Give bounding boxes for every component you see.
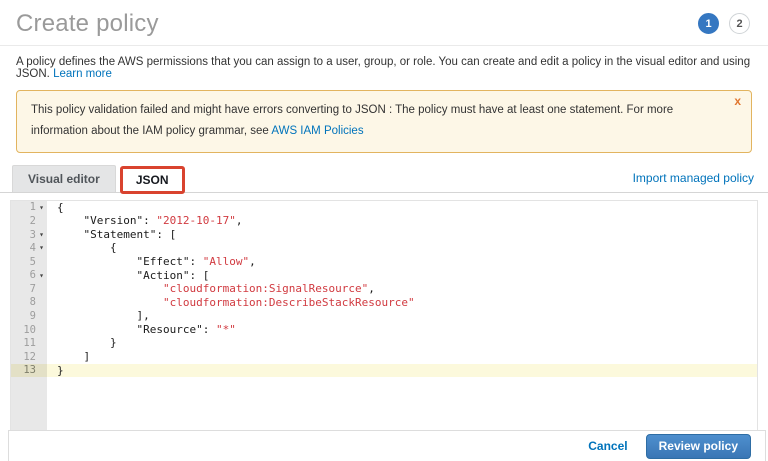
learn-more-link[interactable]: Learn more xyxy=(53,68,112,80)
step-indicator: 12 xyxy=(698,13,750,34)
review-policy-button[interactable]: Review policy xyxy=(646,434,751,459)
fold-arrow-icon[interactable]: ▾ xyxy=(36,228,47,242)
gutter-line-number[interactable]: 11 xyxy=(11,336,47,350)
code-line[interactable]: "Effect": "Allow", xyxy=(47,255,757,269)
code-line[interactable]: ], xyxy=(47,309,757,323)
editor-gutter: 1▾23▾4▾56▾78910111213 xyxy=(11,201,47,455)
close-icon[interactable]: x xyxy=(734,95,741,107)
page-description: A policy defines the AWS permissions tha… xyxy=(0,46,768,82)
editor-code-area[interactable]: { "Version": "2012-10-17", "Statement": … xyxy=(47,201,757,455)
page-header: Create policy 12 xyxy=(0,0,768,46)
step-2: 2 xyxy=(729,13,750,34)
code-line[interactable]: "cloudformation:DescribeStackResource" xyxy=(47,296,757,310)
cancel-button[interactable]: Cancel xyxy=(588,439,627,453)
gutter-line-number[interactable]: 8 xyxy=(11,296,47,310)
import-managed-policy-link[interactable]: Import managed policy xyxy=(633,171,754,185)
gutter-line-number[interactable]: 1▾ xyxy=(11,201,47,215)
code-line[interactable]: } xyxy=(47,336,757,350)
gutter-line-number[interactable]: 12 xyxy=(11,350,47,364)
tab-visual-editor[interactable]: Visual editor xyxy=(12,165,116,192)
fold-arrow-icon[interactable]: ▾ xyxy=(36,201,47,215)
json-code-editor[interactable]: 1▾23▾4▾56▾78910111213 { "Version": "2012… xyxy=(10,200,758,456)
code-line[interactable]: "Resource": "*" xyxy=(47,323,757,337)
footer-bar: Cancel Review policy xyxy=(8,430,766,461)
code-line[interactable]: { xyxy=(47,241,757,255)
code-line[interactable]: "Version": "2012-10-17", xyxy=(47,214,757,228)
code-line[interactable]: "Statement": [ xyxy=(47,228,757,242)
step-1-active: 1 xyxy=(698,13,719,34)
gutter-line-number[interactable]: 10 xyxy=(11,323,47,337)
fold-arrow-icon[interactable]: ▾ xyxy=(36,269,47,283)
code-line[interactable]: } xyxy=(47,364,757,378)
gutter-line-number[interactable]: 5 xyxy=(11,255,47,269)
tab-json[interactable]: JSON xyxy=(120,166,185,194)
page-title: Create policy xyxy=(16,10,159,38)
description-text: A policy defines the AWS permissions tha… xyxy=(16,56,750,80)
code-line[interactable]: "cloudformation:SignalResource", xyxy=(47,282,757,296)
gutter-line-number[interactable]: 7 xyxy=(11,282,47,296)
code-line[interactable]: ] xyxy=(47,350,757,364)
gutter-line-number[interactable]: 3▾ xyxy=(11,228,47,242)
code-line[interactable]: { xyxy=(47,201,757,215)
gutter-line-number[interactable]: 6▾ xyxy=(11,269,47,283)
gutter-line-number[interactable]: 2 xyxy=(11,214,47,228)
code-line[interactable]: "Action": [ xyxy=(47,269,757,283)
alert-iam-policies-link[interactable]: AWS IAM Policies xyxy=(271,125,363,137)
gutter-line-number[interactable]: 9 xyxy=(11,309,47,323)
validation-alert: This policy validation failed and might … xyxy=(16,90,752,153)
gutter-line-number[interactable]: 4▾ xyxy=(11,241,47,255)
tab-bar: Visual editor JSON Import managed policy xyxy=(0,166,768,193)
fold-arrow-icon[interactable]: ▾ xyxy=(36,241,47,255)
gutter-line-number[interactable]: 13 xyxy=(11,364,47,378)
